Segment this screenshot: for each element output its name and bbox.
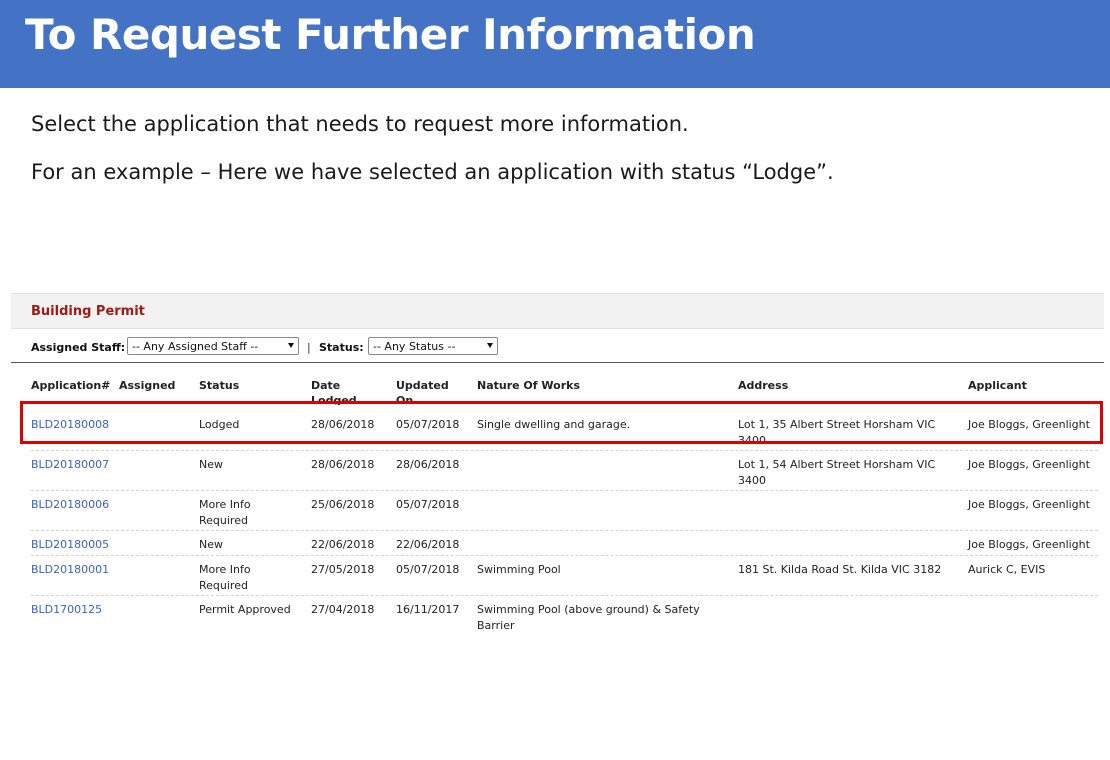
updated-on-cell: 05/07/2018 [396,563,460,576]
slide-title-bar: To Request Further Information [0,0,1110,88]
table-row[interactable]: BLD20180001 More Info Required 27/05/201… [31,555,1098,596]
chevron-down-icon [288,343,294,348]
column-header-application[interactable]: Application# [31,378,110,393]
panel-title: Building Permit [31,304,145,319]
status-cell: More Info Required [199,498,251,527]
slide-title: To Request Further Information [25,10,756,59]
instruction-select-application: Select the application that needs to req… [31,112,689,136]
table-row[interactable]: BLD20180005 New 22/06/2018 22/06/2018 Jo… [31,530,1098,556]
filter-separator: | [307,341,311,354]
instruction-example: For an example – Here we have selected a… [31,160,834,184]
date-lodged-cell: 27/04/2018 [311,603,375,616]
assigned-staff-select-value: -- Any Assigned Staff -- [132,340,259,353]
updated-on-cell: 28/06/2018 [396,458,460,471]
assigned-staff-label: Assigned Staff: [31,341,126,354]
column-header-nature-of-works[interactable]: Nature Of Works [477,378,580,393]
nature-of-works-cell: Swimming Pool [477,563,561,576]
updated-on-cell: 16/11/2017 [396,603,460,616]
column-header-address[interactable]: Address [738,378,788,393]
application-link[interactable]: BLD20180001 [31,562,109,578]
applicant-cell: Aurick C, EVIS [968,563,1046,576]
applicant-cell: Joe Bloggs, Greenlight [968,458,1090,471]
chevron-down-icon [487,343,493,348]
address-cell: Lot 1, 54 Albert Street Horsham VIC 3400 [738,458,936,487]
status-cell: New [199,538,223,551]
status-cell: New [199,458,223,471]
assigned-staff-select[interactable]: -- Any Assigned Staff -- [127,337,299,355]
applicant-cell: Joe Bloggs, Greenlight [968,498,1090,511]
status-select[interactable]: -- Any Status -- [368,337,498,355]
applicant-cell: Joe Bloggs, Greenlight [968,538,1090,551]
status-cell: More Info Required [199,563,251,592]
table-header: Application# Assigned Status Date Lodged… [11,373,1104,405]
date-lodged-cell: 22/06/2018 [311,538,375,551]
divider [11,362,1104,363]
panel-header: Building Permit [11,293,1104,329]
application-link[interactable]: BLD20180005 [31,537,109,553]
status-label: Status: [319,341,364,354]
building-permit-screenshot: Building Permit Assigned Staff: -- Any A… [11,293,1105,638]
table-row[interactable]: BLD1700125 Permit Approved 27/04/2018 16… [31,595,1098,638]
date-lodged-cell: 28/06/2018 [311,458,375,471]
status-cell: Permit Approved [199,603,291,616]
column-header-applicant[interactable]: Applicant [968,378,1027,393]
nature-of-works-cell: Swimming Pool (above ground) & Safety Ba… [477,603,700,632]
column-header-status[interactable]: Status [199,378,239,393]
date-lodged-cell: 25/06/2018 [311,498,375,511]
application-link[interactable]: BLD1700125 [31,602,102,618]
application-link[interactable]: BLD20180007 [31,457,109,473]
address-cell: 181 St. Kilda Road St. Kilda VIC 3182 [738,563,942,576]
table-row[interactable]: BLD20180006 More Info Required 25/06/201… [31,490,1098,531]
date-lodged-cell: 27/05/2018 [311,563,375,576]
updated-on-cell: 05/07/2018 [396,498,460,511]
application-link[interactable]: BLD20180006 [31,497,109,513]
column-header-assigned[interactable]: Assigned [119,378,175,393]
status-select-value: -- Any Status -- [373,340,456,353]
selected-row-highlight [20,401,1103,444]
updated-on-cell: 22/06/2018 [396,538,460,551]
table-row[interactable]: BLD20180007 New 28/06/2018 28/06/2018 Lo… [31,450,1098,491]
